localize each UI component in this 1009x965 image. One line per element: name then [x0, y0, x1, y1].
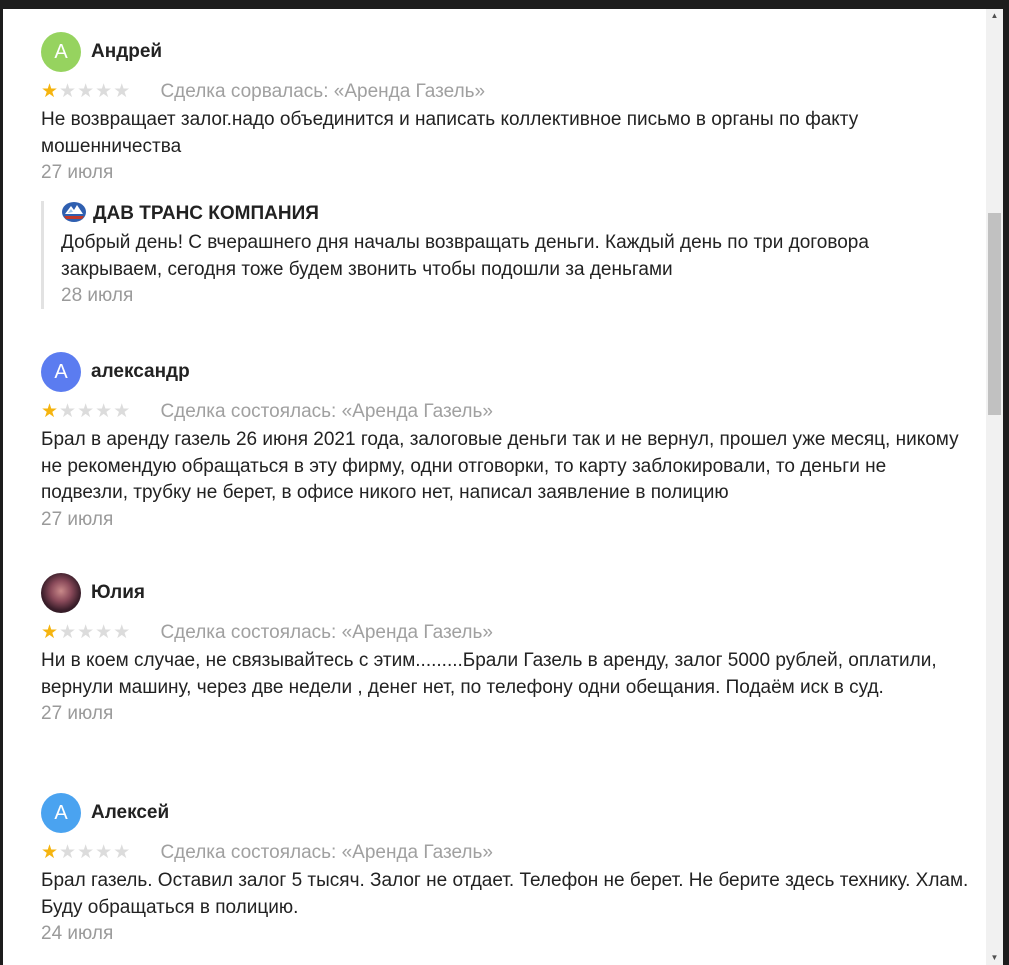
scroll-up-arrow-icon[interactable]: ▲: [986, 9, 1003, 23]
deal-status: Сделка состоялась: «Аренда Газель»: [160, 842, 493, 863]
review-text: Брал в аренду газель 26 июня 2021 года, …: [41, 429, 959, 503]
deal-status: Сделка сорвалась: «Аренда Газель»: [160, 81, 486, 102]
review-text: Не возвращает залог.надо объединится и н…: [41, 109, 859, 157]
review-date: 27 июля: [41, 508, 114, 530]
star-icon: ★: [77, 401, 95, 422]
star-icon: ★: [41, 81, 59, 102]
author-name[interactable]: Юлия: [91, 573, 145, 613]
avatar: А: [41, 793, 81, 833]
review-meta: ★★★★★ Сделка состоялась: «Аренда Газель»: [41, 841, 971, 865]
star-icon: ★: [59, 622, 77, 643]
star-icon: ★: [95, 81, 113, 102]
star-icon: ★: [59, 401, 77, 422]
star-icon: ★: [77, 622, 95, 643]
reviews-modal: А Андрей ★★★★★ Сделка сорвалась: «Аренда…: [3, 9, 986, 965]
avatar: [41, 573, 81, 613]
rating-stars: ★★★★★: [41, 621, 151, 645]
review-date: 27 июля: [41, 703, 114, 724]
star-icon: ★: [95, 401, 113, 422]
review-author: А александр: [41, 352, 971, 392]
star-icon: ★: [77, 81, 95, 102]
reply-date: 28 июля: [61, 285, 134, 306]
author-name[interactable]: Андрей: [91, 32, 162, 72]
rating-stars: ★★★★★: [41, 400, 151, 424]
rating-stars: ★★★★★: [41, 80, 151, 104]
star-icon: ★: [41, 622, 59, 643]
scrollbar[interactable]: ▲ ▼: [986, 9, 1003, 965]
review-item: А Андрей ★★★★★ Сделка сорвалась: «Аренда…: [41, 32, 971, 186]
star-icon: ★: [95, 622, 113, 643]
company-reply: ДАВ ТРАНС КОМПАНИЯ Добрый день! С вчераш…: [41, 201, 961, 309]
star-icon: ★: [77, 842, 95, 863]
deal-status: Сделка состоялась: «Аренда Газель»: [160, 401, 493, 422]
review-item: А Алексей ★★★★★ Сделка состоялась: «Арен…: [41, 793, 971, 947]
author-name[interactable]: александр: [91, 352, 190, 392]
rating-stars: ★★★★★: [41, 841, 151, 865]
deal-status: Сделка состоялась: «Аренда Газель»: [160, 622, 493, 643]
star-icon: ★: [59, 842, 77, 863]
star-icon: ★: [95, 842, 113, 863]
author-name[interactable]: Алексей: [91, 793, 169, 833]
star-icon: ★: [59, 81, 77, 102]
avatar: А: [41, 352, 81, 392]
review-text: Брал газель. Оставил залог 5 тысяч. Зало…: [41, 870, 969, 918]
reply-text: Добрый день! С вчерашнего дня началы воз…: [61, 232, 869, 280]
avatar: А: [41, 32, 81, 72]
review-date: 24 июля: [41, 923, 114, 944]
reply-author-name: ДАВ ТРАНС КОМПАНИЯ: [93, 203, 319, 224]
scroll-down-arrow-icon[interactable]: ▼: [986, 951, 1003, 965]
review-author: А Алексей: [41, 793, 971, 833]
star-icon: ★: [113, 622, 131, 643]
review-item: А александр ★★★★★ Сделка состоялась: «Ар…: [41, 352, 971, 533]
review-author: А Андрей: [41, 32, 971, 72]
star-icon: ★: [113, 842, 131, 863]
star-icon: ★: [113, 401, 131, 422]
review-text: Ни в коем случае, не связывайтесь с этим…: [41, 650, 937, 698]
review-meta: ★★★★★ Сделка сорвалась: «Аренда Газель»: [41, 80, 971, 104]
review-meta: ★★★★★ Сделка состоялась: «Аренда Газель»: [41, 400, 971, 424]
review-meta: ★★★★★ Сделка состоялась: «Аренда Газель»: [41, 621, 971, 645]
company-logo-icon: [61, 201, 87, 223]
star-icon: ★: [41, 401, 59, 422]
reply-author: ДАВ ТРАНС КОМПАНИЯ: [61, 201, 961, 227]
star-icon: ★: [41, 842, 59, 863]
review-date: 27 июля: [41, 162, 114, 183]
review-author: Юлия: [41, 573, 971, 613]
review-item: Юлия ★★★★★ Сделка состоялась: «Аренда Га…: [41, 573, 971, 727]
star-icon: ★: [113, 81, 131, 102]
scroll-thumb[interactable]: [988, 213, 1001, 415]
